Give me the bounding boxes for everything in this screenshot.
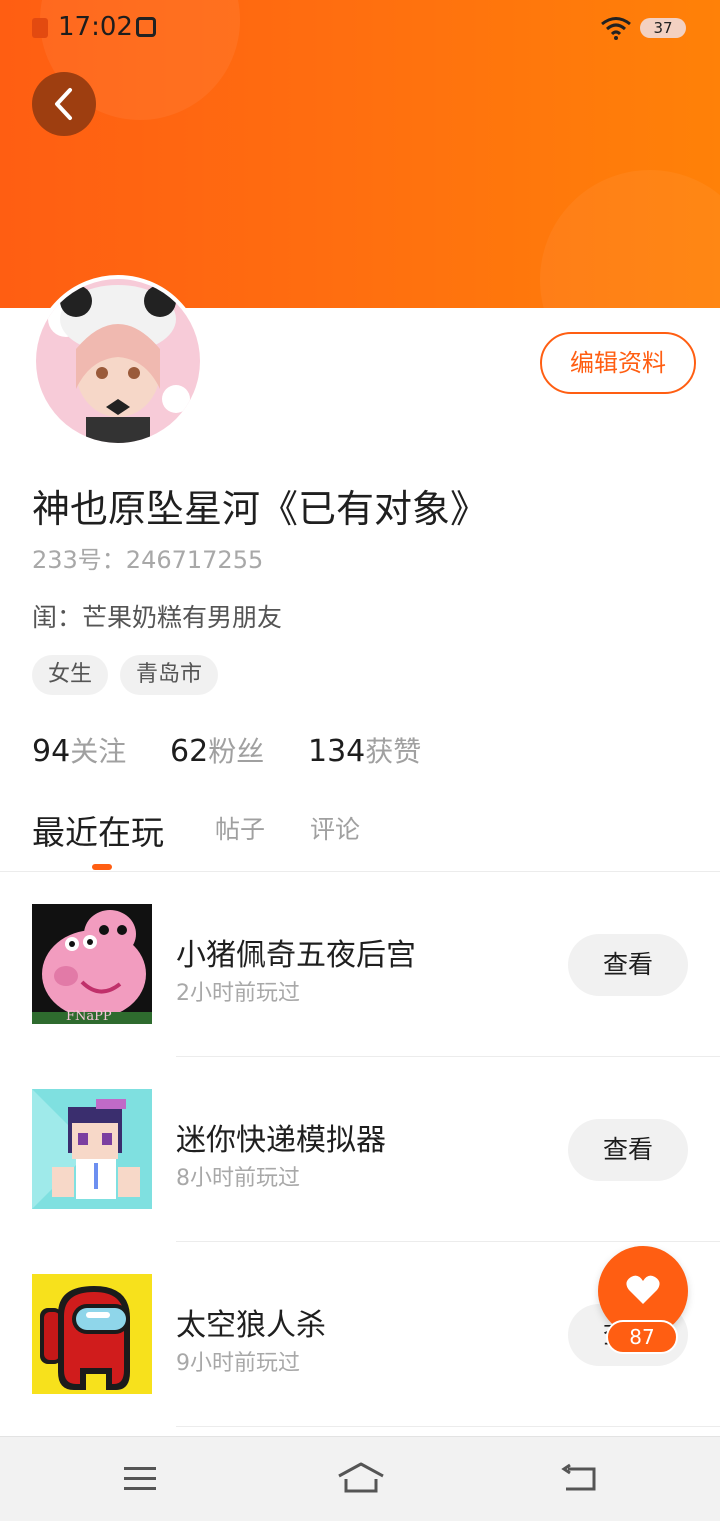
game-name: 小猪佩奇五夜后宫 [176,938,416,973]
avatar[interactable] [32,275,204,447]
edit-profile-button[interactable]: 编辑资料 [540,332,696,394]
stat-following-label: 关注 [70,735,127,768]
banner-decoration [540,170,720,308]
stat-followers-count: 62 [170,734,209,769]
game-thumbnail [32,1089,152,1209]
stat-followers-label: 粉丝 [208,735,265,768]
chevron-left-icon [55,88,72,120]
stat-likes[interactable]: 134获赞 [308,730,421,770]
divider [176,1426,720,1427]
tab-comments[interactable]: 评论 [310,810,360,846]
stat-followers[interactable]: 62粉丝 [170,730,264,770]
notification-icon [32,18,48,38]
like-count-badge: 87 [606,1320,678,1354]
game-last-played: 8小时前玩过 [176,1166,300,1191]
game-thumbnail: FNaPP [32,904,152,1024]
view-button[interactable]: 查看 [568,1119,688,1181]
stat-following-count: 94 [32,734,71,769]
username: 神也原坠星河《已有对象》 [32,487,489,531]
menu-icon[interactable] [122,1465,158,1493]
stat-likes-count: 134 [308,734,366,769]
media-icon [136,17,156,37]
game-thumbnail-label: FNaPP [66,1009,112,1024]
tag-gender: 女生 [32,655,109,695]
profile-banner [0,0,720,308]
back-button[interactable] [32,72,96,136]
home-icon[interactable] [336,1461,386,1495]
game-thumbnail [32,1274,152,1394]
game-name: 太空狼人杀 [176,1308,326,1343]
tab-indicator [92,864,112,870]
wifi-icon [601,17,631,40]
tab-posts[interactable]: 帖子 [215,810,265,846]
back-nav-icon[interactable] [560,1463,600,1495]
list-item[interactable]: FNaPP 小猪佩奇五夜后宫 2小时前玩过 查看 [0,872,720,1057]
stat-following[interactable]: 94关注 [32,730,126,770]
tab-recently-played[interactable]: 最近在玩 [32,806,164,854]
battery-indicator: 37 [640,18,686,38]
game-last-played: 2小时前玩过 [176,981,300,1006]
view-button[interactable]: 查看 [568,934,688,996]
heart-icon [626,1275,660,1304]
system-nav-bar [0,1436,720,1521]
tag-city: 青岛市 [120,655,219,695]
status-time: 17:02 [58,12,133,42]
user-bio: 闺：芒果奶糕有男朋友 [32,603,283,632]
list-item[interactable]: 迷你快递模拟器 8小时前玩过 查看 [0,1057,720,1242]
user-id: 233号：246717255 [32,546,264,574]
stat-likes-label: 获赞 [365,735,422,768]
avatar-image [36,279,200,443]
game-name: 迷你快递模拟器 [176,1123,386,1158]
game-last-played: 9小时前玩过 [176,1351,300,1376]
